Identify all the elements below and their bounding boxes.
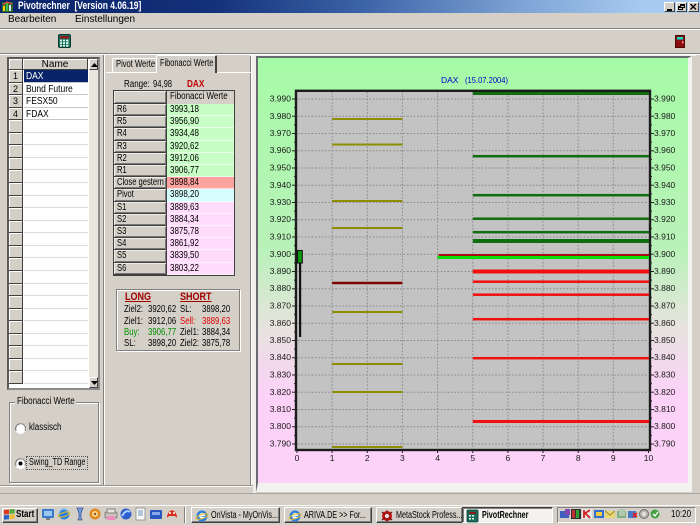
svg-text:3.870: 3.870: [654, 301, 676, 311]
svg-text:DAX: DAX: [441, 75, 459, 85]
svg-text:6: 6: [506, 453, 511, 463]
svg-text:3.870: 3.870: [270, 301, 292, 311]
svg-text:3.860: 3.860: [270, 318, 292, 328]
svg-text:3.890: 3.890: [270, 266, 292, 276]
svg-text:3.940: 3.940: [654, 180, 676, 190]
svg-text:3.840: 3.840: [270, 352, 292, 362]
svg-text:3.890: 3.890: [654, 266, 676, 276]
svg-text:3.810: 3.810: [270, 404, 292, 414]
svg-text:3.920: 3.920: [654, 214, 676, 224]
svg-text:3.810: 3.810: [654, 404, 676, 414]
svg-text:3.940: 3.940: [270, 180, 292, 190]
svg-text:3.960: 3.960: [270, 145, 292, 155]
svg-text:3.820: 3.820: [270, 387, 292, 397]
svg-text:3.830: 3.830: [270, 370, 292, 380]
svg-text:3.800: 3.800: [270, 421, 292, 431]
svg-text:3.790: 3.790: [270, 439, 292, 449]
svg-text:10: 10: [644, 453, 654, 463]
svg-text:3.960: 3.960: [654, 145, 676, 155]
svg-text:4: 4: [435, 453, 440, 463]
svg-text:(15.07.2004): (15.07.2004): [465, 75, 508, 85]
svg-text:3.880: 3.880: [654, 283, 676, 293]
svg-text:3.900: 3.900: [654, 249, 676, 259]
svg-text:3.930: 3.930: [654, 197, 676, 207]
svg-text:3.790: 3.790: [654, 439, 676, 449]
svg-text:7: 7: [541, 453, 546, 463]
svg-text:3.860: 3.860: [654, 318, 676, 328]
svg-text:3.970: 3.970: [270, 128, 292, 138]
svg-text:8: 8: [576, 453, 581, 463]
svg-text:3.840: 3.840: [654, 352, 676, 362]
svg-text:3.990: 3.990: [270, 94, 292, 104]
svg-text:3.900: 3.900: [270, 249, 292, 259]
svg-text:3.950: 3.950: [654, 163, 676, 173]
svg-text:2: 2: [365, 453, 370, 463]
svg-text:3.800: 3.800: [654, 421, 676, 431]
svg-text:1: 1: [330, 453, 335, 463]
svg-text:3.850: 3.850: [270, 335, 292, 345]
svg-text:3.970: 3.970: [654, 128, 676, 138]
svg-text:5: 5: [470, 453, 475, 463]
svg-text:3.910: 3.910: [270, 232, 292, 242]
svg-text:9: 9: [611, 453, 616, 463]
svg-text:0: 0: [295, 453, 300, 463]
svg-text:3.930: 3.930: [270, 197, 292, 207]
svg-text:3.850: 3.850: [654, 335, 676, 345]
svg-text:3.990: 3.990: [654, 94, 676, 104]
svg-text:3.910: 3.910: [654, 232, 676, 242]
svg-text:3.980: 3.980: [654, 111, 676, 121]
svg-text:3.920: 3.920: [270, 214, 292, 224]
svg-text:3.950: 3.950: [270, 163, 292, 173]
svg-text:3: 3: [400, 453, 405, 463]
svg-text:3.880: 3.880: [270, 283, 292, 293]
svg-text:3.820: 3.820: [654, 387, 676, 397]
svg-text:3.830: 3.830: [654, 370, 676, 380]
svg-text:3.980: 3.980: [270, 111, 292, 121]
